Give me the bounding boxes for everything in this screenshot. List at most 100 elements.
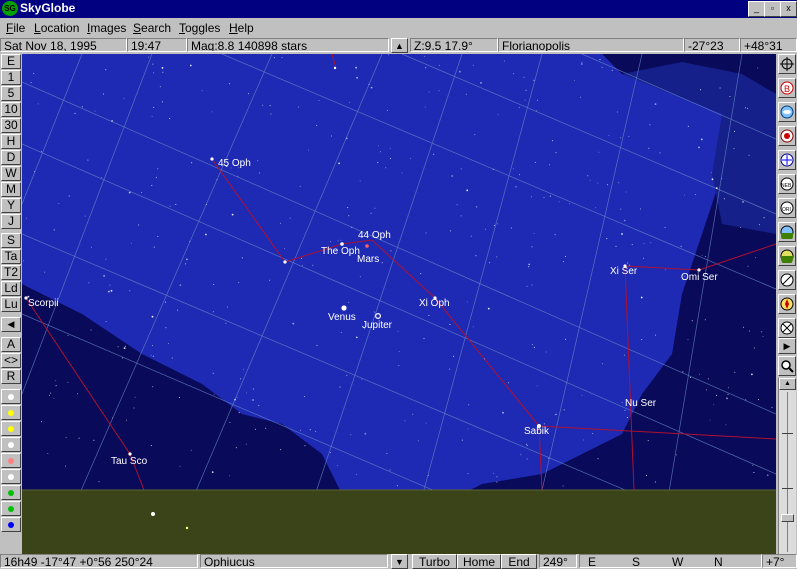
toolbar-j-button[interactable]: J (1, 214, 21, 229)
label-xi-ser[interactable]: Xi Ser (610, 266, 637, 277)
background-star (140, 192, 142, 194)
toolbar-30-button[interactable]: 30 (1, 118, 21, 133)
toolbar-r-button[interactable]: R (1, 369, 21, 384)
window-title: SkyGlobe (20, 1, 76, 15)
background-star (687, 125, 689, 127)
time-field[interactable]: 19:47 (127, 38, 187, 52)
cross-star-button[interactable] (778, 150, 796, 170)
menu-file[interactable]: File (6, 21, 25, 35)
label-omi-ser[interactable]: Omi Ser (681, 272, 718, 283)
close-button[interactable]: x (780, 1, 797, 17)
zoom-slider-track[interactable]: ▲ (778, 378, 796, 554)
meteor-button[interactable] (778, 270, 796, 290)
magnitude-field[interactable]: Mag:8.8 140898 stars (187, 38, 389, 52)
toolbar-d-button[interactable]: D (1, 150, 21, 165)
right-arrow-button[interactable]: ▶ (778, 338, 796, 354)
scroll-down-button[interactable]: ▼ (391, 554, 408, 569)
maximize-button[interactable]: ▫ (764, 1, 781, 17)
background-star (77, 393, 79, 395)
menu-images[interactable]: Images (87, 21, 126, 35)
toolbar-w-button[interactable]: W (1, 166, 21, 181)
turbo-button[interactable]: Turbo (412, 554, 457, 569)
toolbar-diamond-button[interactable]: <> (1, 353, 21, 368)
background-star (255, 428, 257, 430)
color-dot-yellow-button[interactable] (1, 405, 21, 420)
background-star (387, 54, 389, 56)
scope-button[interactable] (778, 318, 796, 338)
label-jupiter[interactable]: Jupiter (362, 320, 392, 331)
toolbar-a-button[interactable]: A (1, 337, 21, 352)
color-dot-red-button[interactable] (1, 453, 21, 468)
color-dot-white-button[interactable] (1, 389, 21, 404)
home-button[interactable]: Home (457, 554, 501, 569)
label-tau-sco[interactable]: Tau Sco (111, 456, 147, 467)
menu-help[interactable]: Help (229, 21, 254, 35)
toolbar-h-button[interactable]: H (1, 134, 21, 149)
label-the-oph[interactable]: The Oph (321, 246, 360, 257)
label-44-oph[interactable]: 44 Oph (358, 230, 391, 241)
label-45-oph[interactable]: 45 Oph (218, 158, 251, 169)
zoom-slider-up-button[interactable]: ▲ (779, 378, 796, 390)
label-scorpii[interactable]: Scorpii (28, 298, 59, 309)
color-dot-white2-button[interactable] (1, 437, 21, 452)
crosshair-button[interactable] (778, 54, 796, 74)
background-star (34, 171, 36, 173)
date-field[interactable]: Sat Nov 18, 1995 (0, 38, 127, 52)
color-dot-green-button[interactable] (1, 485, 21, 500)
toolbar-t2-button[interactable]: T2 (1, 265, 21, 280)
longitude-field[interactable]: +48°31 (740, 38, 797, 52)
background-star (466, 189, 469, 192)
label-xi-oph[interactable]: Xi Oph (419, 298, 450, 309)
background-star (50, 392, 52, 394)
toolbar-left-arrow-button[interactable]: ◀ (1, 317, 21, 332)
toolbar-5-button[interactable]: 5 (1, 86, 21, 101)
background-star (701, 254, 703, 256)
toolbar-lu-button[interactable]: Lu (1, 297, 21, 312)
color-dot-green2-button[interactable] (1, 501, 21, 516)
background-star (438, 64, 440, 66)
label-nu-ser[interactable]: Nu Ser (625, 398, 656, 409)
horizon-button[interactable] (778, 222, 796, 242)
menu-toggles[interactable]: Toggles (179, 21, 220, 35)
orbit-button[interactable]: ORI (778, 198, 796, 218)
label-sabik[interactable]: Sabik (524, 426, 549, 437)
zoom-slider-thumb[interactable] (781, 514, 794, 522)
background-star (565, 338, 567, 340)
compass-button[interactable] (778, 294, 796, 314)
compass-north: N (714, 555, 723, 568)
toolbar-m-button[interactable]: M (1, 182, 21, 197)
eye-button[interactable] (778, 126, 796, 146)
galaxy-button[interactable] (778, 102, 796, 122)
toolbar-ta-button[interactable]: Ta (1, 249, 21, 264)
toolbar-1-button[interactable]: 1 (1, 70, 21, 85)
location-field[interactable]: Florianopolis (498, 38, 684, 52)
sky-canvas[interactable] (21, 53, 777, 555)
ground-button[interactable] (778, 246, 796, 266)
background-star (184, 263, 186, 265)
sky-map[interactable]: 45 Oph 44 Oph The Oph Mars Venus Jupiter… (21, 53, 777, 555)
color-dot-white3-button[interactable] (1, 469, 21, 484)
toolbar-s-button[interactable]: S (1, 233, 21, 248)
menu-location[interactable]: Location (34, 21, 79, 35)
toolbar-ld-button[interactable]: Ld (1, 281, 21, 296)
constellation-b-button[interactable]: B (778, 78, 796, 98)
color-dot-blue-button[interactable] (1, 517, 21, 532)
label-mars[interactable]: Mars (357, 254, 379, 265)
color-dot-yellow2-button[interactable] (1, 421, 21, 436)
zoom-field[interactable]: Z:9.5 17.9° (410, 38, 498, 52)
magnifier-button[interactable] (778, 356, 796, 376)
scroll-up-button[interactable]: ▲ (391, 38, 408, 53)
latitude-field[interactable]: -27°23 (684, 38, 740, 52)
label-venus[interactable]: Venus (328, 312, 356, 323)
toolbar-e-button[interactable]: E (1, 54, 21, 69)
minimize-button[interactable]: _ (748, 1, 765, 17)
compass-strip[interactable]: E S W N (579, 554, 762, 568)
end-button[interactable]: End (501, 554, 537, 569)
background-star (88, 282, 90, 284)
menu-search[interactable]: Search (133, 21, 171, 35)
toolbar-y-button[interactable]: Y (1, 198, 21, 213)
neb-button[interactable]: NEB (778, 174, 796, 194)
background-star (606, 238, 608, 239)
background-star (177, 309, 179, 311)
toolbar-10-button[interactable]: 10 (1, 102, 21, 117)
